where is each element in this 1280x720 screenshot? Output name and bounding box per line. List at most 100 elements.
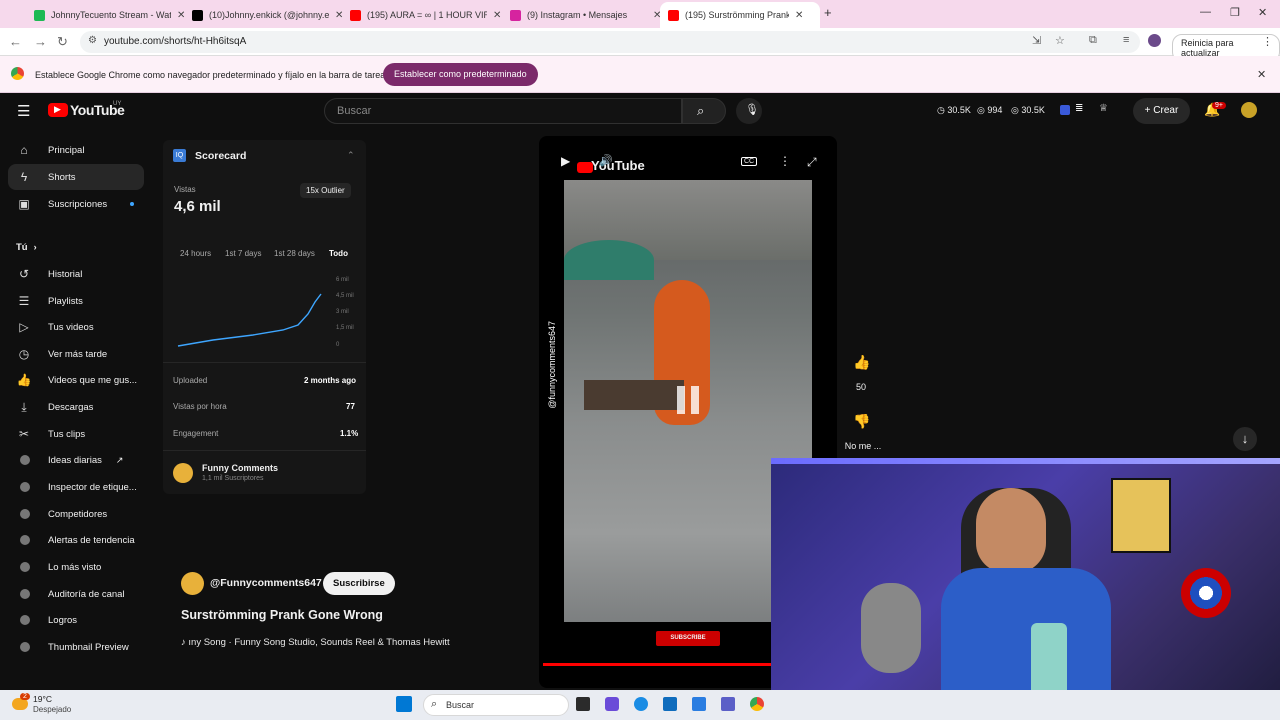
sidebar-item-videos-me-gustan[interactable]: 👍 Videos que me gus...	[8, 367, 144, 393]
teams-icon[interactable]	[721, 697, 735, 711]
sidebar-item-ver-mas-tarde[interactable]: ◷ Ver más tarde	[8, 341, 144, 367]
minimize-button[interactable]: —	[1200, 6, 1211, 18]
sidebar-item-inspector[interactable]: Inspector de etique...	[8, 474, 144, 500]
sidebar-item-lo-mas-visto[interactable]: Lo más visto	[8, 554, 144, 580]
pause-icon[interactable]	[677, 386, 685, 414]
browser-tab-active[interactable]: (195) Surströmming Prank ✕	[660, 2, 820, 28]
chrome-icon[interactable]	[750, 697, 764, 711]
shorts-icon: ϟ	[20, 170, 28, 184]
poster	[1111, 478, 1171, 553]
task-view-icon[interactable]	[576, 697, 590, 711]
range-tab[interactable]: 1st 28 days	[274, 249, 315, 258]
sidebar-item-alertas[interactable]: Alertas de tendencia	[8, 527, 144, 553]
store-icon[interactable]	[692, 697, 706, 711]
extensions-icon[interactable]: ⧉	[1089, 34, 1097, 47]
subscribe-button[interactable]: Suscribirse	[323, 572, 395, 595]
outlook-icon[interactable]	[663, 697, 677, 711]
hamburger-icon[interactable]: ☰	[17, 102, 30, 120]
edge-icon[interactable]	[634, 697, 648, 711]
close-icon[interactable]: ✕	[795, 10, 803, 21]
close-icon[interactable]: ✕	[493, 10, 501, 21]
sidebar-item-suscripciones[interactable]: ▣ Suscripciones	[8, 191, 144, 217]
sidebar-item-label: Descargas	[48, 401, 94, 413]
browser-tab[interactable]: (195) AURA = ∞ | 1 HOUR VIR ✕	[342, 2, 509, 28]
video-title[interactable]: Surströmming Prank Gone Wrong	[181, 608, 383, 622]
forward-icon[interactable]: →	[34, 34, 47, 49]
sidebar-item-principal[interactable]: ⌂ Principal	[8, 137, 144, 163]
youtube-header: ☰ ▶ YouTube UY Buscar ⌕ 🎙 ◷ 30.5K ◎ 994 …	[0, 93, 1280, 129]
new-tab-button[interactable]: +	[824, 5, 832, 20]
music-text: ıny Song · Funny Song Studio, Sounds Ree…	[188, 637, 450, 648]
video-channel-name[interactable]: @Funnycomments647	[210, 577, 322, 589]
sidebar-item-label: Alertas de tendencia	[48, 534, 135, 546]
site-info-icon[interactable]: ⚙	[88, 35, 97, 46]
windows-start-icon[interactable]	[396, 696, 412, 712]
captions-button[interactable]: CC	[741, 157, 758, 166]
sidebar-item-ideas-diarias[interactable]: Ideas diarias ↗	[8, 447, 144, 473]
sidebar-item-competidores[interactable]: Competidores	[8, 501, 144, 527]
next-short-button[interactable]: ↓	[1233, 427, 1257, 451]
url-text[interactable]: youtube.com/shorts/ht-Hh6itsqA	[104, 36, 246, 47]
media-icon[interactable]: ≡	[1123, 34, 1129, 46]
playlists-icon: ☰	[18, 294, 30, 308]
shield-decoration	[1181, 568, 1231, 618]
sidebar-item-auditoria[interactable]: Auditoría de canal	[8, 581, 144, 607]
vidiq-scorecard: IQ Scorecard ⌃ Vistas 4,6 mil 15x Outlie…	[163, 140, 366, 494]
fullscreen-icon[interactable]: ⤢	[807, 155, 817, 170]
like-icon[interactable]: 👍	[853, 354, 870, 371]
avatar[interactable]	[1241, 102, 1257, 118]
profile-avatar[interactable]	[1148, 34, 1161, 47]
play-icon[interactable]: ▶	[561, 154, 570, 168]
range-tab[interactable]: 24 hours	[180, 249, 211, 258]
sidebar-item-historial[interactable]: ↺ Historial	[8, 261, 144, 287]
install-icon[interactable]: ⇲	[1032, 34, 1041, 47]
sidebar-item-thumbnail-preview[interactable]: Thumbnail Preview	[8, 634, 144, 660]
volume-icon[interactable]: 🔊	[599, 154, 613, 167]
chevron-up-icon[interactable]: ⌃	[347, 150, 355, 161]
omnibox[interactable]: ⚙ youtube.com/shorts/ht-Hh6itsqA ⇲ ☆	[80, 31, 1140, 53]
reload-icon[interactable]: ↻	[57, 34, 68, 50]
search-input[interactable]: Buscar	[324, 98, 682, 124]
close-icon[interactable]: ✕	[1257, 68, 1266, 81]
taskbar-search[interactable]: ⌕ Buscar	[423, 694, 569, 716]
browser-tab[interactable]: (10)Johnny.enkick (@johnny.en ✕	[184, 2, 351, 28]
music-info[interactable]: ♪ ıny Song · Funny Song Studio, Sounds R…	[181, 637, 450, 648]
vidiq-icon	[20, 589, 30, 599]
copilot-icon[interactable]	[605, 697, 619, 711]
trophy-icon[interactable]: ♕	[1099, 103, 1108, 114]
menu-icon[interactable]: ⋮	[1262, 35, 1273, 48]
sidebar-item-tu[interactable]: Tú ›	[8, 234, 144, 260]
voice-search-button[interactable]: 🎙	[736, 98, 762, 124]
tab-favicon-icon	[510, 9, 521, 21]
more-icon[interactable]: ⋮	[779, 154, 791, 168]
channel-avatar[interactable]	[173, 463, 193, 483]
channel-name[interactable]: Funny Comments	[202, 463, 278, 473]
tab-favicon-icon	[34, 9, 45, 21]
range-tab-active[interactable]: Todo	[329, 249, 348, 258]
create-button[interactable]: + Crear	[1133, 98, 1190, 124]
vidiq-stat-views: ◎ 30.5K	[1011, 105, 1045, 115]
sidebar-item-shorts[interactable]: ϟ Shorts	[8, 164, 144, 190]
range-tab[interactable]: 1st 7 days	[225, 249, 261, 258]
browser-tab[interactable]: JohnnyTecuento Stream - Watc ✕	[26, 2, 193, 28]
engagement-value: 1.1%	[340, 429, 359, 438]
sidebar-item-tus-videos[interactable]: ▷ Tus videos	[8, 314, 144, 340]
list-icon[interactable]: ≣	[1075, 103, 1083, 114]
set-default-button[interactable]: Establecer como predeterminado	[383, 63, 538, 86]
sidebar-item-playlists[interactable]: ☰ Playlists	[8, 288, 144, 314]
views-per-hour-value: 77	[346, 402, 355, 411]
maximize-button[interactable]: ❐	[1230, 6, 1240, 19]
sidebar-item-descargas[interactable]: ⤓ Descargas	[8, 394, 144, 420]
sidebar-item-logros[interactable]: Logros	[8, 607, 144, 633]
star-icon[interactable]: ☆	[1055, 34, 1065, 47]
sidebar-item-tus-clips[interactable]: ✂ Tus clips	[8, 421, 144, 447]
browser-tab[interactable]: (9) Instagram • Mensajes ✕	[502, 2, 669, 28]
history-icon: ↺	[18, 267, 30, 281]
dislike-icon[interactable]: 👎	[853, 413, 870, 430]
vidiq-icon[interactable]	[1060, 105, 1070, 115]
scissors-icon: ✂	[18, 427, 30, 441]
channel-avatar[interactable]	[181, 572, 204, 595]
search-button[interactable]: ⌕	[682, 98, 726, 124]
close-window-button[interactable]: ✕	[1258, 6, 1267, 19]
back-icon[interactable]: ←	[9, 34, 22, 49]
